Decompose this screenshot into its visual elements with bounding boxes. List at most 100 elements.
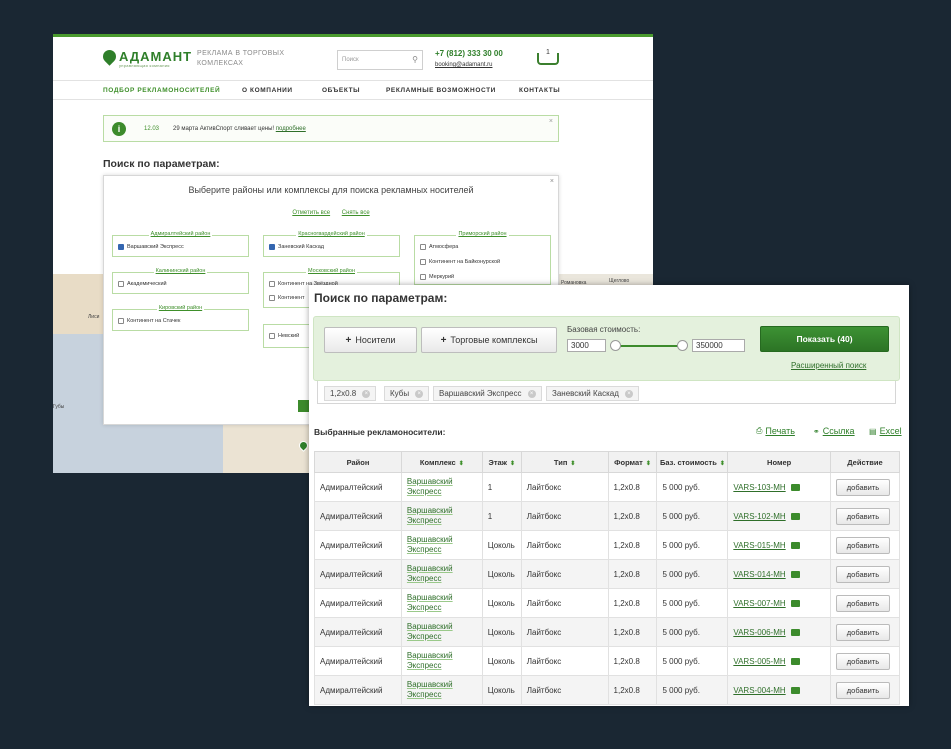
column-header[interactable]: Тип ⬍ xyxy=(520,451,609,473)
cell-number[interactable]: VARS-015-MH xyxy=(727,530,831,560)
remove-tag-icon[interactable]: × xyxy=(415,389,424,398)
district-title[interactable]: Красногвардейский район xyxy=(296,231,367,237)
add-button[interactable]: добавить xyxy=(835,652,890,670)
print-link[interactable]: ⎙ Печать xyxy=(756,426,795,436)
cell-complex[interactable]: Варшавский Экспресс xyxy=(400,501,483,531)
checkbox-icon[interactable] xyxy=(420,274,426,280)
cell-number[interactable]: VARS-102-MH xyxy=(727,501,831,531)
district-option[interactable]: Заневский Каскад xyxy=(269,244,324,250)
sort-icon[interactable]: ⬍ xyxy=(510,461,515,467)
filter-panel: + Носители + Торговые комплексы Базовая ст… xyxy=(313,316,900,381)
column-header[interactable]: Комплекс ⬍ xyxy=(400,451,483,473)
cell-complex[interactable]: Варшавский Экспресс xyxy=(400,559,483,589)
checkbox-icon[interactable] xyxy=(269,281,275,287)
remove-tag-icon[interactable]: × xyxy=(362,389,371,398)
nav-item-contacts[interactable]: КОНТАКТЫ xyxy=(519,87,560,94)
sort-icon[interactable]: ⬍ xyxy=(459,461,464,467)
add-button[interactable]: добавить xyxy=(835,536,890,554)
checkbox-checked-icon[interactable] xyxy=(269,244,275,250)
cart-icon[interactable] xyxy=(537,53,559,65)
camera-icon[interactable] xyxy=(790,483,800,491)
advanced-search-link[interactable]: Расширенный поиск xyxy=(791,361,866,370)
nav-item-carriers[interactable]: ПОДБОР РЕКЛАМОНОСИТЕЛЕЙ xyxy=(103,87,220,94)
district-option[interactable]: Континент на Байконурской xyxy=(420,259,500,265)
sort-icon[interactable]: ⬍ xyxy=(646,461,651,467)
sort-icon[interactable]: ⬍ xyxy=(720,461,725,467)
cell-number[interactable]: VARS-004-MH xyxy=(727,675,831,705)
checkbox-icon[interactable] xyxy=(420,244,426,250)
add-button[interactable]: добавить xyxy=(835,623,890,641)
district-option[interactable]: Континент на Стачек xyxy=(118,318,180,324)
cell-complex[interactable]: Варшавский Экспресс xyxy=(400,530,483,560)
camera-icon[interactable] xyxy=(790,599,800,607)
cell-number[interactable]: VARS-103-MH xyxy=(727,472,831,502)
select-all-link[interactable]: Отметить все xyxy=(292,210,330,216)
district-option[interactable]: Меркурий xyxy=(420,274,454,280)
excel-link[interactable]: ▤ Excel xyxy=(869,426,902,436)
checkbox-icon[interactable] xyxy=(269,333,275,339)
column-header[interactable]: Этаж ⬍ xyxy=(481,451,522,473)
checkbox-checked-icon[interactable] xyxy=(118,244,124,250)
district-option[interactable]: Варшавский Экспресс xyxy=(118,244,184,250)
remove-tag-icon[interactable]: × xyxy=(527,389,536,398)
camera-icon[interactable] xyxy=(790,657,800,665)
deselect-all-link[interactable]: Снять все xyxy=(342,210,370,216)
add-button[interactable]: добавить xyxy=(835,507,890,525)
column-header[interactable]: Формат ⬍ xyxy=(607,451,658,473)
cell-complex[interactable]: Варшавский Экспресс xyxy=(400,675,483,705)
camera-icon[interactable] xyxy=(790,628,800,636)
district-option[interactable]: Академический xyxy=(118,281,167,287)
camera-icon[interactable] xyxy=(790,541,800,549)
remove-tag-icon[interactable]: × xyxy=(624,389,633,398)
search-icon[interactable]: ⚲ xyxy=(412,55,418,64)
sort-icon[interactable]: ⬍ xyxy=(570,461,575,467)
district-title[interactable]: Адмиралтейский район xyxy=(148,231,213,237)
phone-number[interactable]: +7 (812) 333 30 00 xyxy=(435,49,503,58)
info-icon: i xyxy=(112,122,126,136)
logo[interactable]: АДАМАНТ xyxy=(100,47,192,66)
district-title[interactable]: Кировский район xyxy=(156,305,205,311)
nav-item-objects[interactable]: ОБЪЕКТЫ xyxy=(322,87,360,94)
carriers-button[interactable]: + Носители xyxy=(324,327,417,353)
price-slider-min-handle[interactable] xyxy=(610,340,621,351)
show-button[interactable]: Показать (40) xyxy=(760,326,889,352)
nav-item-opportunities[interactable]: РЕКЛАМНЫЕ ВОЗМОЖНОСТИ xyxy=(386,87,496,94)
cell-complex[interactable]: Варшавский Экспресс xyxy=(400,646,483,676)
add-button[interactable]: добавить xyxy=(835,478,890,496)
camera-icon[interactable] xyxy=(790,686,800,694)
close-icon[interactable]: × xyxy=(550,178,554,185)
search-input[interactable]: Поиск ⚲ xyxy=(337,50,423,70)
checkbox-icon[interactable] xyxy=(118,318,124,324)
district-title[interactable]: Приморский район xyxy=(456,231,509,237)
nav-item-company[interactable]: О КОМПАНИИ xyxy=(242,87,293,94)
column-header[interactable]: Баз. стоимость ⬍ xyxy=(656,451,729,473)
close-icon[interactable]: × xyxy=(549,118,553,125)
add-button[interactable]: добавить xyxy=(835,681,890,699)
email-link[interactable]: booking@adamant.ru xyxy=(435,62,492,68)
cell-number[interactable]: VARS-007-MH xyxy=(727,588,831,618)
price-slider-max-handle[interactable] xyxy=(677,340,688,351)
checkbox-icon[interactable] xyxy=(118,281,124,287)
cell-complex[interactable]: Варшавский Экспресс xyxy=(400,588,483,618)
district-title[interactable]: Калининский район xyxy=(153,268,208,274)
district-option[interactable]: Континент xyxy=(269,295,305,301)
cell-number[interactable]: VARS-005-MH xyxy=(727,646,831,676)
checkbox-icon[interactable] xyxy=(420,259,426,265)
add-button[interactable]: добавить xyxy=(835,565,890,583)
district-title[interactable]: Московский район xyxy=(306,268,357,274)
cell-number[interactable]: VARS-006-MH xyxy=(727,617,831,647)
district-option[interactable]: Атмосфера xyxy=(420,244,458,250)
share-link[interactable]: ⚭ Ссылка xyxy=(813,426,855,436)
cell-complex[interactable]: Варшавский Экспресс xyxy=(400,617,483,647)
complexes-button[interactable]: + Торговые комплексы xyxy=(421,327,557,353)
price-max-input[interactable]: 350000 xyxy=(692,339,745,352)
notice-link[interactable]: подробнее xyxy=(276,126,306,132)
cell-complex[interactable]: Варшавский Экспресс xyxy=(400,472,483,502)
camera-icon[interactable] xyxy=(790,512,800,520)
price-min-input[interactable]: 3000 xyxy=(567,339,606,352)
camera-icon[interactable] xyxy=(790,570,800,578)
add-button[interactable]: добавить xyxy=(835,594,890,612)
checkbox-icon[interactable] xyxy=(269,295,275,301)
cell-number[interactable]: VARS-014-MH xyxy=(727,559,831,589)
district-option[interactable]: Невский xyxy=(269,333,299,339)
